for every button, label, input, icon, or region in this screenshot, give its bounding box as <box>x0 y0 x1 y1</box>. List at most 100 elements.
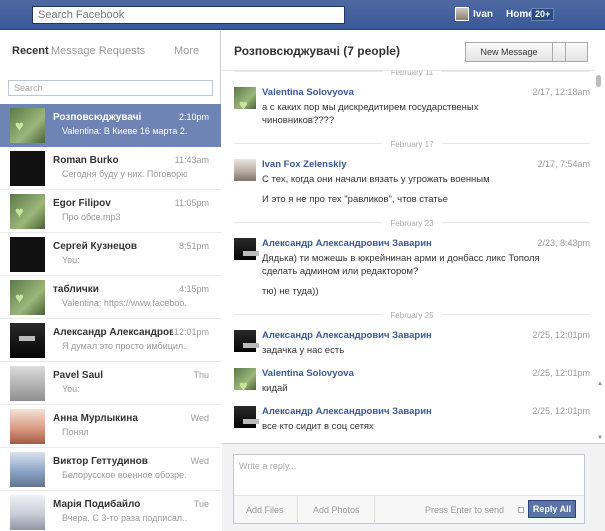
avatar[interactable] <box>234 406 259 428</box>
sender-name[interactable]: Valentina Solovyova <box>262 368 354 379</box>
new-message-button[interactable]: New Message <box>466 43 553 61</box>
message-text: С тех, когда они начали вязать у угрожат… <box>262 174 490 185</box>
date-label: February 25 <box>382 311 442 320</box>
message-text: Дядька) ти можешь в юкрейнинан арми и до… <box>262 253 540 277</box>
thread-time: 11:43am <box>174 155 209 165</box>
thread-item[interactable]: Pavel Saul Thu You: <box>0 362 221 405</box>
thread-name: Виктор Геттудинов <box>53 456 148 467</box>
sender-name[interactable]: Александр Александрович Заварин <box>262 238 432 249</box>
thread-time: 2:10pm <box>178 112 209 122</box>
thread-item[interactable]: таблички 4:15pm Valentina: https://www.fac… <box>0 276 221 319</box>
date-label: February 23 <box>382 219 442 228</box>
sender-name[interactable]: Александр Александрович Заварин <box>262 406 432 417</box>
message-time: 2/23, 8:43pm <box>537 238 590 248</box>
thread-item[interactable]: Розповсюджувачі 2:10pm Valentina: В Киеве … <box>0 104 221 147</box>
reply-input[interactable]: Write a reply... <box>239 461 296 471</box>
tab-recent[interactable]: Recent <box>12 45 49 57</box>
avatar <box>10 108 45 143</box>
tab-more[interactable]: More <box>174 45 199 57</box>
toolbar-divider <box>374 496 375 524</box>
message-list[interactable]: February 11 Valentina Solovyova 2/17, 12:1… <box>222 71 594 443</box>
thread-item[interactable]: Roman Burko 11:43am Сегодня буду у них. По… <box>0 147 221 190</box>
reply-all-button[interactable]: Reply All <box>528 500 576 518</box>
thread-item[interactable]: Виктор Геттудинов Wed Белорусское военное … <box>0 448 221 491</box>
sender-name[interactable]: Александр Александрович Заварин <box>262 330 432 341</box>
avatar <box>10 495 45 530</box>
thread-snippet: You: <box>62 255 80 265</box>
thread-snippet: Сегодня буду у них. Поговорю <box>62 169 187 179</box>
avatar <box>10 280 45 315</box>
reply-toolbar: Add Files Add Photos Press Enter to send… <box>234 495 584 524</box>
message-text: кидай <box>262 383 288 394</box>
thread-item[interactable]: Александр Александрови...12:01pm Я думал … <box>0 319 221 362</box>
avatar <box>10 409 45 444</box>
thread-search-input[interactable]: Search <box>8 80 213 96</box>
home-link[interactable]: Home <box>506 9 534 20</box>
thread-list-pane: Recent Message Requests More Search Розп… <box>0 31 221 531</box>
thread-tabs: Recent Message Requests More <box>0 31 221 69</box>
thread-name: Анна Мурлыкина <box>53 413 138 424</box>
date-separator: February 25 <box>234 309 590 320</box>
scroll-down-icon[interactable]: ▼ <box>597 435 603 441</box>
thread-name: Александр Александрови... <box>53 327 173 338</box>
thread-name: Розповсюджувачі <box>53 112 142 123</box>
message-time: 2/17, 7:54am <box>537 159 590 169</box>
message-time: 2/25, 12:01pm <box>532 368 590 378</box>
message-text: задачка у нас есть <box>262 345 345 356</box>
message-text: все кто сидит в соц сетях <box>262 421 374 432</box>
thread-time: 12:01pm <box>173 327 209 337</box>
date-label: February 11 <box>382 71 442 77</box>
avatar <box>10 237 45 272</box>
tab-message-requests[interactable]: Message Requests <box>51 45 145 57</box>
press-enter-checkbox[interactable] <box>518 507 524 513</box>
thread-name: Egor Filipov <box>53 198 111 209</box>
thread-snippet: Белорусское военное обозре... <box>62 470 187 480</box>
thread-name: Сергей Кузнецов <box>53 241 138 252</box>
scroll-up-icon[interactable]: ▲ <box>597 381 603 387</box>
thread-item[interactable]: Сергей Кузнецов 8:51pm You: <box>0 233 221 276</box>
message-scrollbar[interactable]: ▲ ▼ <box>595 71 603 441</box>
press-enter-label: Press Enter to send <box>425 505 505 515</box>
avatar[interactable] <box>234 87 256 114</box>
avatar <box>10 366 45 401</box>
thread-snippet: Valentina: https://www.faceboo... <box>62 298 187 308</box>
avatar[interactable] <box>234 330 259 352</box>
avatar[interactable] <box>234 368 256 395</box>
conversation-pane: Розповсюджувачі (7 people) New Message F… <box>222 31 605 531</box>
user-avatar[interactable] <box>455 7 469 21</box>
thread-snippet: Понял <box>62 427 89 437</box>
avatar[interactable] <box>234 238 259 260</box>
message-time: 2/25, 12:01pm <box>532 406 590 416</box>
conversation-title: Розповсюджувачі (7 people) <box>234 44 400 58</box>
date-separator: February 11 <box>234 71 590 77</box>
thread-name: Марія Подибайло <box>53 499 141 510</box>
thread-item[interactable]: Egor Filipov 11:05pm Про обсе.mp3 <box>0 190 221 233</box>
sender-name[interactable]: Valentina Solovyova <box>262 87 354 98</box>
sender-name[interactable]: Ivan Fox Zelenskiy <box>262 159 346 170</box>
actions-divider <box>565 43 566 61</box>
message-time: 2/25, 12:01pm <box>532 330 590 340</box>
thread-time: 4:15pm <box>178 284 209 294</box>
message-text: И это я не про тех "равликов", чтов стат… <box>262 194 448 205</box>
search-input[interactable]: Search Facebook <box>32 6 345 24</box>
reply-box[interactable]: Write a reply... Add Files Add Photos Pr… <box>233 454 585 524</box>
add-files-button[interactable]: Add Files <box>246 505 284 515</box>
thread-time: 11:05pm <box>174 198 209 208</box>
thread-time: 8:51pm <box>178 241 209 251</box>
thread-item[interactable]: Анна Мурлыкина Wed Понял <box>0 405 221 448</box>
conversation-actions: New Message <box>465 42 588 62</box>
add-photos-button[interactable]: Add Photos <box>313 505 360 515</box>
scroll-thumb[interactable] <box>596 75 601 87</box>
thread-time: Wed <box>190 413 209 423</box>
user-name-link[interactable]: Ivan <box>473 9 493 20</box>
thread-snippet: Я думал это просто имбицил... <box>62 341 187 351</box>
avatar <box>10 452 45 487</box>
avatar[interactable] <box>234 159 256 181</box>
date-separator: February 23 <box>234 217 590 228</box>
thread-snippet: Valentina: В Киеве 16 марта 2... <box>62 126 187 136</box>
thread-name: Pavel Saul <box>53 370 104 381</box>
message-text: а с каких пор мы дискредитирем государст… <box>262 102 479 126</box>
thread-item[interactable]: Марія Подибайло Tue Вчера. С 3-то раза под… <box>0 491 221 531</box>
thread-name: Roman Burko <box>53 155 119 166</box>
thread-name: таблички <box>53 284 99 295</box>
